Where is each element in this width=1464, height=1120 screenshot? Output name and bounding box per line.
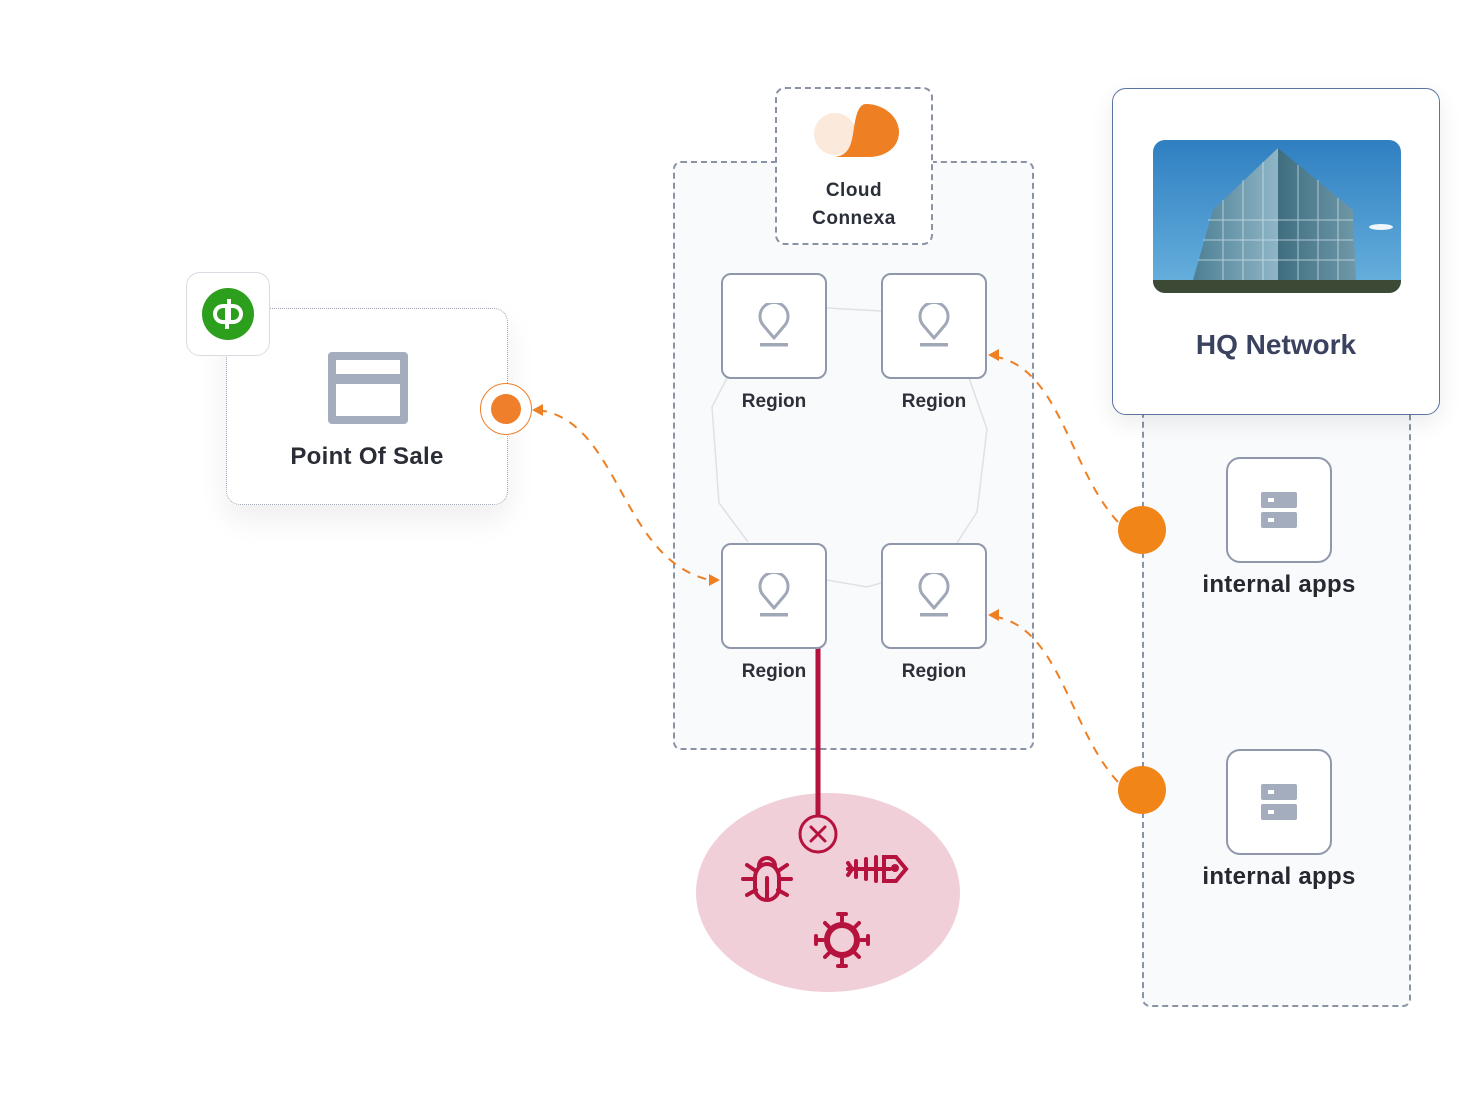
phishing-fish-icon [846,855,909,883]
virus-icon [814,912,870,968]
bug-icon [741,856,793,902]
threat-icons [741,814,909,968]
blocked-icon [798,814,838,854]
